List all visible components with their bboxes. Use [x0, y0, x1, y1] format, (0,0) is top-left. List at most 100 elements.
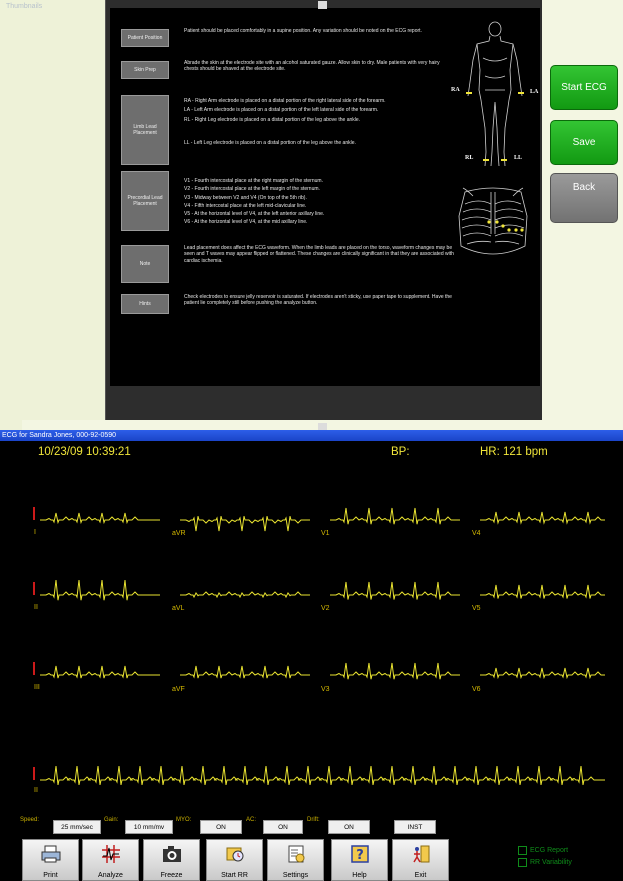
exit-door-icon	[410, 843, 432, 865]
ra-label: RA	[451, 87, 460, 93]
note-text: Lead placement does affect the ECG wavef…	[184, 245, 454, 267]
skin-prep-button[interactable]: Skin Prep	[121, 61, 169, 79]
recording-datetime: 10/23/09 10:39:21	[38, 446, 131, 458]
hints-button[interactable]: Hints	[121, 294, 169, 314]
limb-lead-text: RA - Right Arm electrode is placed on a …	[184, 98, 454, 149]
thumbnails-pane	[0, 0, 105, 420]
save-button[interactable]: Save	[550, 120, 618, 165]
ll-label: LL	[514, 155, 523, 161]
lead-label-avl: aVL	[172, 605, 185, 612]
rl-label: RL	[465, 155, 474, 161]
limb-lead-body-figure	[466, 21, 524, 167]
help-button[interactable]: ? Help	[331, 839, 388, 881]
settings-hand-icon	[285, 843, 307, 865]
lead-label-v2: V2	[321, 605, 330, 612]
help-book-icon: ?	[349, 843, 371, 865]
start-rr-button[interactable]: Start RR	[206, 839, 263, 881]
myo-toggle[interactable]: ON	[200, 820, 242, 834]
svg-text:?: ?	[356, 848, 364, 863]
camera-icon	[161, 843, 183, 865]
calibration-pulse	[33, 662, 35, 675]
ecg-lead-rhythm-ii	[40, 765, 605, 785]
precordial-v1: V1 - Fourth intercostal place at the rig…	[184, 178, 323, 184]
ecg-lead-iii	[40, 665, 160, 679]
scroll-top-handle[interactable]	[318, 1, 327, 9]
limb-lead-rl: RL - Right Leg electrode is placed on a …	[184, 116, 361, 123]
hints-text: Check electrodes to ensure jelly reservo…	[184, 294, 454, 310]
precordial-ribcage-figure	[458, 187, 528, 255]
back-button[interactable]: Back	[550, 173, 618, 223]
ecg-trace-area	[33, 507, 605, 785]
lead-label-v4: V4	[472, 530, 481, 537]
exit-button[interactable]: Exit	[392, 839, 449, 881]
lead-label-v1: V1	[321, 530, 330, 537]
lead-label-ii: II	[34, 604, 38, 611]
limb-lead-ll: LL - Left Leg electrode is placed on a d…	[184, 139, 356, 146]
patient-position-line: Patient should be placed comfortably in …	[184, 28, 422, 34]
hr-readout: HR: 121 bpm	[480, 446, 548, 458]
ac-toggle[interactable]: ON	[263, 820, 303, 834]
settings-label: Settings	[282, 872, 309, 879]
skin-prep-text: Abrade the skin at the electrode site wi…	[184, 60, 454, 76]
freeze-button[interactable]: Freeze	[143, 839, 200, 881]
calibration-pulse	[33, 767, 35, 780]
la-label: LA	[530, 89, 539, 95]
print-button[interactable]: Print	[22, 839, 79, 881]
lead-label-avf: aVF	[172, 686, 185, 693]
rr-variability-option[interactable]: RR Variability	[518, 858, 572, 867]
patient-position-text: Patient should be placed comfortably in …	[184, 28, 454, 37]
precordial-lead-text: V1 - Fourth intercostal place at the rig…	[184, 178, 454, 229]
lead-label-v5: V5	[472, 605, 481, 612]
ecg-report-checkbox[interactable]	[518, 846, 527, 855]
limb-lead-placement-button[interactable]: Limb Lead Placement	[121, 95, 169, 165]
ecg-lead-v3	[330, 662, 460, 680]
ecg-lead-avl	[180, 591, 310, 599]
note-button[interactable]: Note	[121, 245, 169, 283]
precordial-lead-placement-button[interactable]: Precordial Lead Placement	[121, 171, 169, 231]
ecg-lead-avr	[180, 516, 310, 532]
lead-label-v6: V6	[472, 686, 481, 693]
printer-icon	[40, 843, 62, 865]
electrode-placement-window: Thumbnails Patient Position Patient shou…	[0, 0, 623, 431]
lead-label-rhythm-ii: II	[34, 787, 38, 794]
ecg-window: ECG for Sandra Jones, 000-92-0590 10/23/…	[0, 430, 623, 881]
ecg-lead-v6	[480, 667, 605, 680]
inst-button[interactable]: INST	[394, 820, 436, 834]
document-viewer: Patient Position Patient should be place…	[105, 0, 542, 420]
precordial-v4: V4 - Fifth intercostal place at the left…	[184, 202, 307, 209]
ecg-lead-ii	[40, 579, 160, 601]
patient-position-button[interactable]: Patient Position	[121, 29, 169, 47]
ecg-report-option[interactable]: ECG Report	[518, 846, 568, 855]
exit-label: Exit	[414, 872, 427, 879]
gain-field[interactable]: 10 mm/mv	[125, 820, 173, 834]
precordial-v2: V2 - Fourth intercostal place at the lef…	[184, 186, 320, 193]
myo-label: MYO:	[176, 817, 192, 823]
instruction-page: Patient Position Patient should be place…	[110, 8, 540, 386]
ecg-lead-avf	[180, 665, 310, 679]
calendar-clock-icon	[224, 843, 246, 865]
rr-variability-checkbox[interactable]	[518, 858, 527, 867]
lead-label-v3: V3	[321, 686, 330, 693]
speed-field[interactable]: 25 mm/sec	[53, 820, 101, 834]
ecg-window-title: ECG for Sandra Jones, 000-92-0590	[0, 430, 623, 441]
start-rr-label: Start RR	[221, 872, 248, 879]
freeze-label: Freeze	[160, 872, 183, 879]
limb-lead-ra: RA - Right Arm electrode is placed on a …	[184, 98, 386, 104]
precordial-v5: V5 - At the horizontal level of V4, at t…	[184, 211, 325, 218]
start-ecg-button[interactable]: Start ECG	[550, 65, 618, 110]
precordial-v3: V3 - Midway between V2 and V4 (On top of…	[184, 194, 307, 201]
help-label: Help	[352, 872, 367, 879]
ecg-lead-v1	[330, 507, 460, 525]
gain-label: Gain:	[104, 817, 119, 823]
ac-label: AC:	[246, 817, 257, 823]
lead-label-avr: aVR	[172, 530, 186, 537]
drift-toggle[interactable]: ON	[328, 820, 370, 834]
ecg-lead-v5	[480, 584, 605, 599]
analyze-button[interactable]: Analyze	[82, 839, 139, 881]
rr-variability-label: RR Variability	[530, 859, 572, 866]
calibration-pulse	[33, 507, 35, 520]
note-line: Lead placement does affect the ECG wavef…	[184, 245, 454, 264]
lead-label-i: I	[34, 529, 36, 536]
settings-button[interactable]: Settings	[267, 839, 324, 881]
bp-readout: BP:	[391, 446, 410, 458]
